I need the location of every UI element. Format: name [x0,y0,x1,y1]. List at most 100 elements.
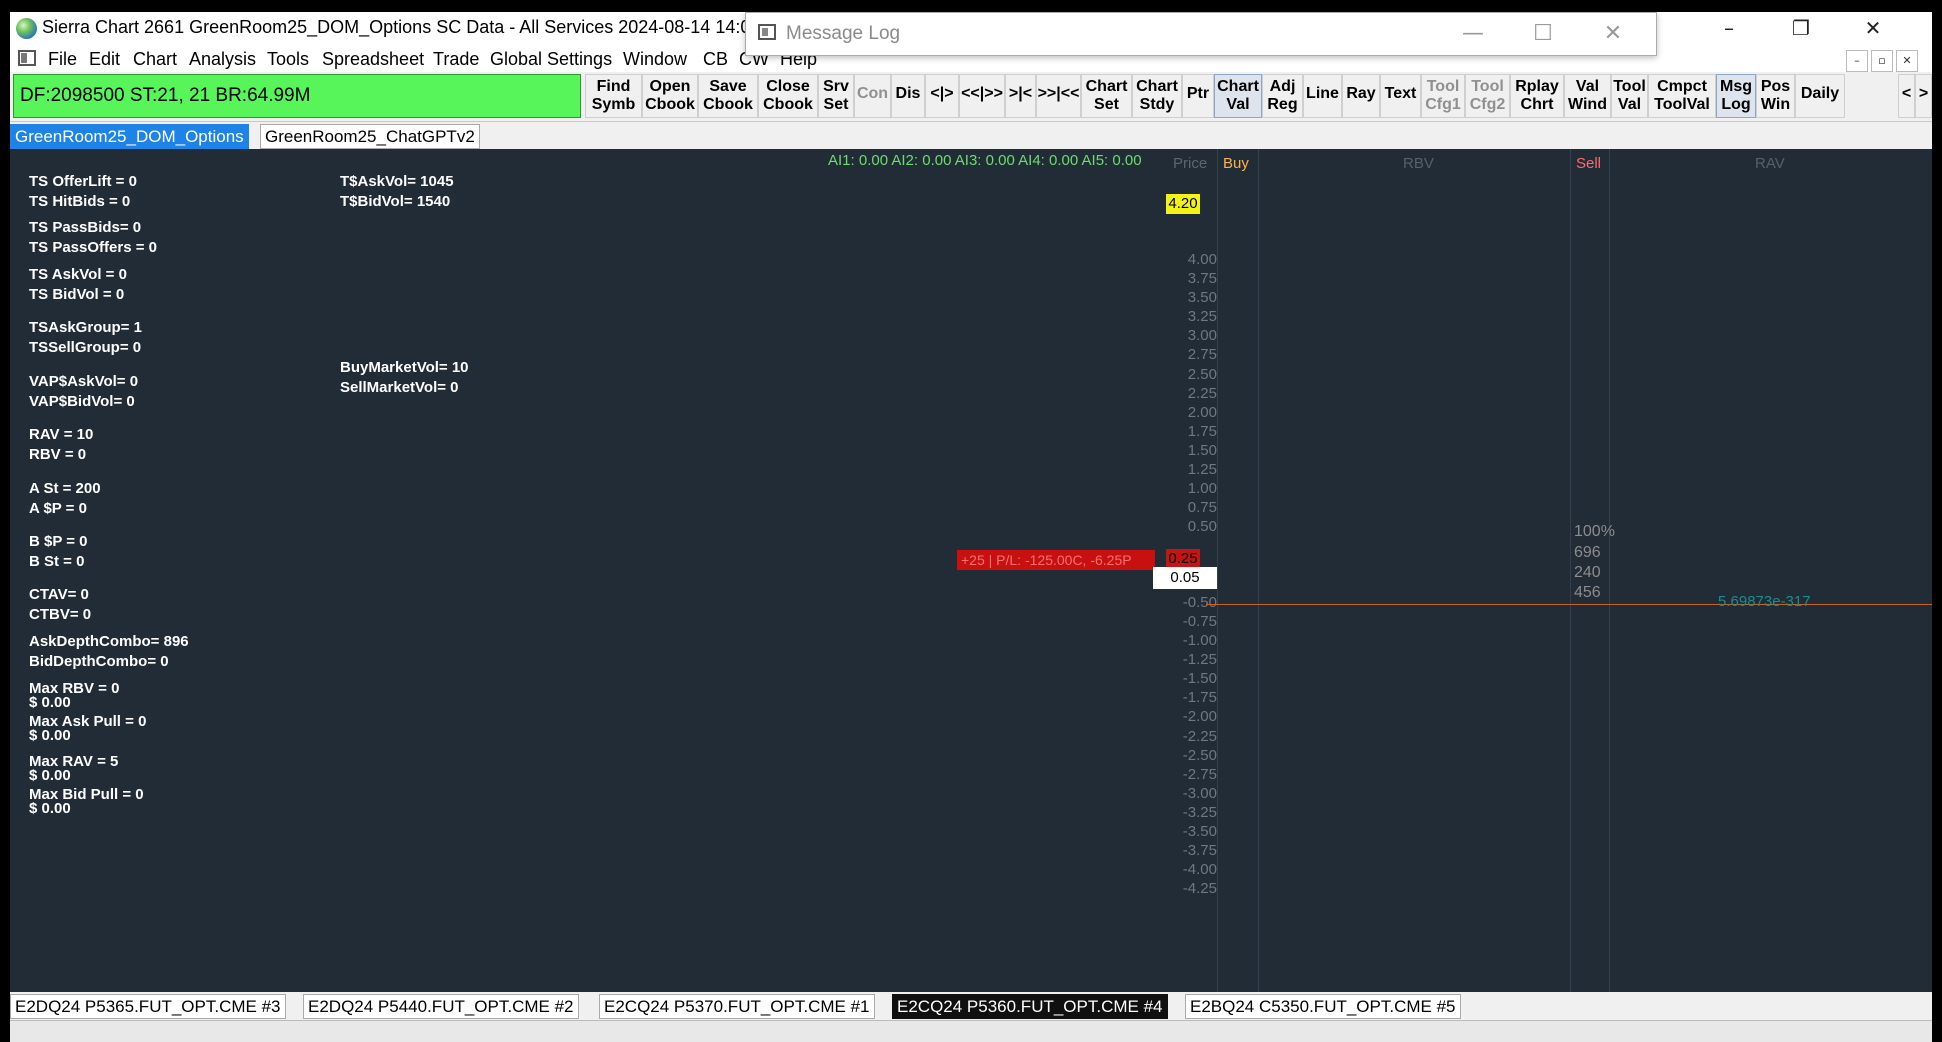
menu-trade[interactable]: Trade [433,49,479,70]
study-value-line: B St = 0 [29,553,85,570]
buy-column-divider [1258,149,1259,992]
menu-spreadsheet[interactable]: Spreadsheet [322,49,424,70]
price-tick-label: -1.75 [1182,689,1217,707]
study-value-line: TS PassBids= 0 [29,219,142,236]
values-window-button[interactable]: Val Wind [1564,74,1611,118]
menu-analysis[interactable]: Analysis [189,49,256,70]
bottom-status-strip [10,1020,1932,1042]
close-chartbook-button[interactable]: Close Cbook [758,74,818,118]
control-bar: DF:2098500 ST:21, 21 BR:64.99M Find Symb… [10,72,1932,122]
find-symbol-button[interactable]: Find Symb [585,74,642,118]
menu-window[interactable]: Window [623,49,687,70]
price-tick-label: 3.75 [1187,270,1217,288]
tab-greenroom25-chatgptv2[interactable]: GreenRoom25_ChatGPTv2 [260,124,480,149]
symbol-tab-2[interactable]: E2DQ24 P5440.FUT_OPT.CME #2 [303,994,579,1019]
tool-config-1-button[interactable]: Tool Cfg1 [1421,74,1465,118]
mdi-minimize-button[interactable]: – [1846,50,1868,72]
connection-status-box: DF:2098500 ST:21, 21 BR:64.99M [13,74,581,118]
window-minimize-button[interactable]: – [1693,12,1765,46]
compact-tool-values-button[interactable]: Cmpct ToolVal [1648,74,1716,118]
toolbar-scroll-right-button[interactable]: > [1915,74,1932,118]
price-tick-label: -3.00 [1182,784,1217,802]
pointer-tool-button[interactable]: Ptr [1182,74,1214,118]
scroll-compress-button[interactable]: >|< [1005,74,1036,118]
price-tick-label: 1.00 [1187,479,1217,497]
open-chartbook-button[interactable]: Open Cbook [642,74,698,118]
ai-values-readout: AI1: 0.00 AI2: 0.00 AI3: 0.00 AI4: 0.00 … [828,152,1142,169]
disconnect-button[interactable]: Dis [891,74,925,118]
position-price-marker: 0.25 [1166,549,1200,569]
line-tool-button[interactable]: Line [1303,74,1342,118]
price-tick-label: -3.75 [1182,841,1217,859]
window-close-button[interactable]: ✕ [1837,12,1909,46]
study-value-line: AskDepthCombo= 896 [29,633,189,650]
sell-column-divider [1609,149,1610,992]
price-tick-label: 0.75 [1187,498,1217,516]
mdi-restore-button[interactable]: ▫ [1871,50,1893,72]
menu-edit[interactable]: Edit [89,49,120,70]
menu-global-settings[interactable]: Global Settings [490,49,612,70]
dom-chart-area[interactable]: TS OfferLift = 0 TS HitBids = 0 TS PassBid… [10,149,1932,992]
toolbar-scroll-left-button[interactable]: < [1898,74,1915,118]
window-maximize-button[interactable]: ❐ [1765,12,1837,46]
ray-tool-button[interactable]: Ray [1342,74,1380,118]
rav-column-header: RAV [1755,155,1785,172]
scroll-expand-button[interactable]: <<|>> [959,74,1005,118]
price-tick-label: 3.50 [1187,289,1217,307]
menu-tools[interactable]: Tools [267,49,309,70]
text-tool-button[interactable]: Text [1380,74,1421,118]
sell-value-1: 696 [1574,544,1601,561]
message-log-close-button[interactable]: ✕ [1578,17,1648,51]
message-log-button[interactable]: Msg Log [1716,74,1756,118]
price-tick-label: -2.25 [1182,727,1217,745]
tab-greenroom25-dom-options[interactable]: GreenRoom25_DOM_Options [10,124,249,149]
tool-config-2-button[interactable]: Tool Cfg2 [1465,74,1510,118]
scroll-center-button[interactable]: <|> [925,74,959,118]
price-tick-label: 2.25 [1187,384,1217,402]
study-value-line: TSSellGroup= 0 [29,339,142,356]
study-value-line: $ 0.00 [29,767,71,784]
menu-chart[interactable]: Chart [133,49,177,70]
symbol-tab-3[interactable]: E2CQ24 P5370.FUT_OPT.CME #1 [599,994,875,1019]
sierra-chart-window: Sierra Chart 2661 GreenRoom25_DOM_Option… [10,12,1932,1042]
price-tick-label: -1.50 [1182,670,1217,688]
message-log-maximize-button[interactable]: ☐ [1508,17,1578,51]
server-settings-button[interactable]: Srv Set [818,74,854,118]
price-tick-label: -2.75 [1182,765,1217,783]
scroll-compress-more-button[interactable]: >>|<< [1036,74,1081,118]
position-window-button[interactable]: Pos Win [1756,74,1795,118]
chart-document-icon[interactable] [18,50,36,66]
price-tick-label: -4.00 [1182,860,1217,878]
study-value-line: CTAV= 0 [29,586,89,603]
save-chartbook-button[interactable]: Save Cbook [698,74,758,118]
mdi-close-button[interactable]: ✕ [1896,50,1918,72]
buy-column-header: Buy [1223,155,1249,172]
sell-value-3: 456 [1574,584,1601,601]
chart-values-button[interactable]: Chart Val [1214,74,1262,118]
menu-file[interactable]: File [48,49,77,70]
tool-values-button[interactable]: Tool Val [1611,74,1648,118]
high-price-marker: 4.20 [1166,194,1200,214]
price-tick-label: 1.25 [1187,460,1217,478]
menu-cb[interactable]: CB [703,49,728,70]
position-pnl-label: +25 | P/L: -125.00C, -6.25P [957,550,1155,570]
chart-settings-button[interactable]: Chart Set [1081,74,1132,118]
sell-column-header: Sell [1576,155,1602,172]
daily-chart-button[interactable]: Daily [1795,74,1845,118]
symbol-tab-5[interactable]: E2BQ24 C5350.FUT_OPT.CME #5 [1185,994,1461,1019]
message-log-icon [758,24,776,40]
rav-value: 5.69873e-317 [1718,593,1811,610]
price-tick-label: 3.25 [1187,308,1217,326]
price-tick-label: 2.50 [1187,365,1217,383]
chart-studies-button[interactable]: Chart Stdy [1132,74,1182,118]
message-log-minimize-button[interactable]: — [1438,17,1508,51]
rbv-column-header: RBV [1403,155,1434,172]
symbol-tab-1[interactable]: E2DQ24 P5365.FUT_OPT.CME #3 [10,994,286,1019]
message-log-window[interactable]: Message Log — ☐ ✕ [745,12,1657,56]
replay-chart-button[interactable]: Rplay Chrt [1510,74,1564,118]
connect-button[interactable]: Con [854,74,891,118]
adjust-region-button[interactable]: Adj Reg [1262,74,1303,118]
symbol-tab-4-active[interactable]: E2CQ24 P5360.FUT_OPT.CME #4 [892,994,1168,1019]
study-value-line: BuyMarketVol= 10 [340,359,469,376]
rbv-column-divider [1570,149,1571,992]
